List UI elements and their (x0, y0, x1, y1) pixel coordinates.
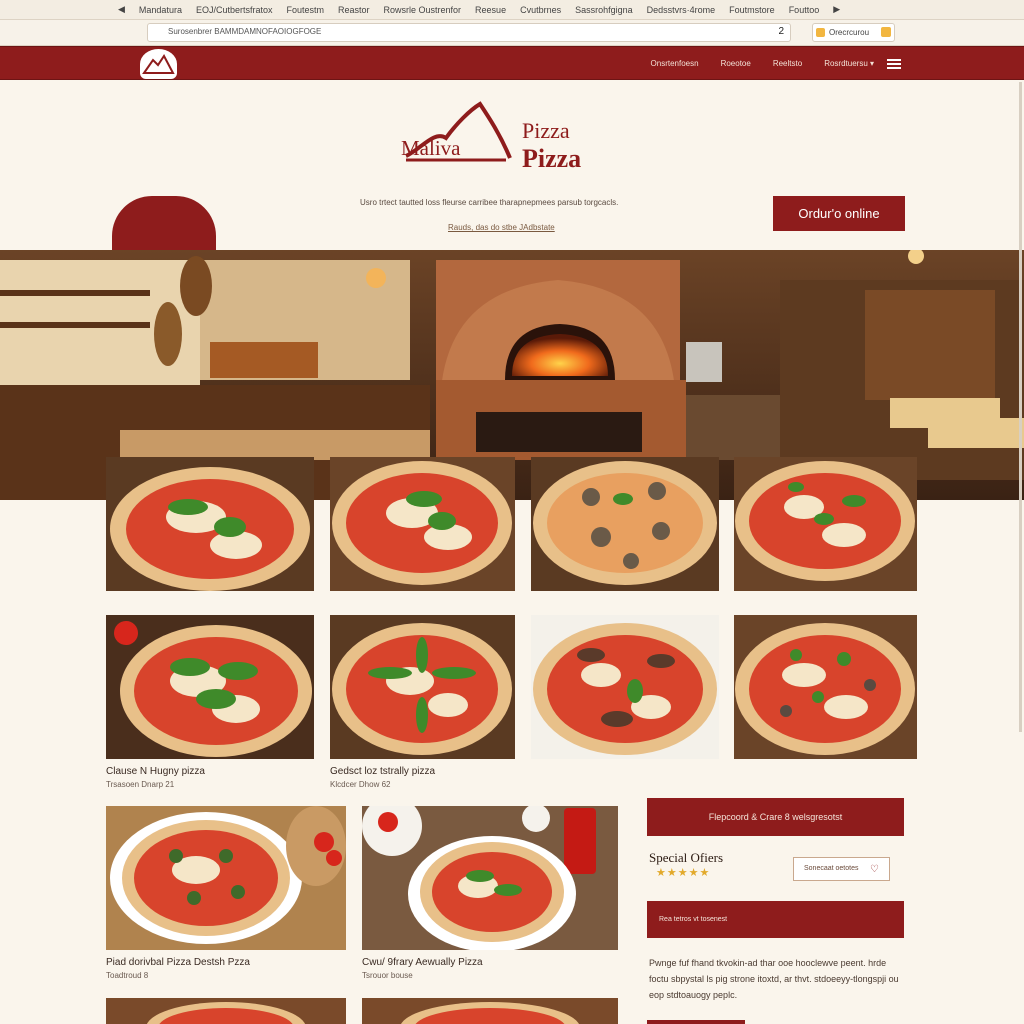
pizza-image-card[interactable] (362, 806, 618, 950)
brand-word-top: Pizza (522, 118, 570, 143)
forward-icon[interactable]: ▶ (833, 4, 840, 15)
nav-link[interactable]: Reeltsto (773, 59, 802, 68)
pizza-image-card[interactable] (106, 998, 346, 1024)
address-bar[interactable]: Surosenbrer BAMMDAMNOFAOIOGFOGE 2 (147, 23, 791, 42)
browser-tab[interactable]: Mandatura (139, 5, 182, 15)
browser-tab[interactable]: Foutmstore (729, 5, 775, 15)
special-offers-title: Special Ofiers (649, 850, 724, 865)
pizza-image-card[interactable] (106, 457, 314, 591)
select-options-button[interactable]: Sonecaat oetotes ♡ (793, 857, 890, 881)
browser-tab[interactable]: Cvutbrnes (520, 5, 561, 15)
nav-link-dropdown[interactable]: Rosrdtuersu ▾ (824, 59, 874, 68)
pizza-image-card[interactable] (531, 457, 719, 591)
menu-item-title[interactable]: Clause N Hugny pizza (106, 766, 205, 777)
browser-tab[interactable]: Rowsrle Oustrenfor (384, 5, 462, 15)
browser-tab[interactable]: Reesue (475, 5, 506, 15)
brand-word-bottom: Pizza (522, 144, 582, 173)
menu-item-title[interactable]: Gedsct loz tstrally pizza (330, 766, 435, 777)
extension-icon (816, 28, 825, 37)
menu-item-subtitle: Toadtroud 8 (106, 971, 149, 980)
browser-tab[interactable]: Fouttoo (789, 5, 820, 15)
browser-tab[interactable]: Reastor (338, 5, 370, 15)
heart-icon: ♡ (870, 864, 879, 875)
browser-tab[interactable]: Dedsstvrs·4rome (647, 5, 716, 15)
promo-banner[interactable]: Flepcoord & Crare 8 welsgresotst (647, 798, 904, 836)
browser-tab-strip: ◀ Mandatura EOJ/Cutbertsfratox Foutestm … (0, 0, 1024, 20)
notification-icon (881, 27, 891, 37)
pizza-image-card[interactable] (330, 457, 515, 591)
hero-link[interactable]: Rauds, das do stbe JAdbstate (448, 223, 555, 232)
menu-item-title[interactable]: Piad dorivbal Pizza Destsh Pzza (106, 957, 250, 968)
browser-tab[interactable]: EOJ/Cutbertsfratox (196, 5, 273, 15)
site-navbar: Onsrtenfoesn Roeotoe Reeltsto Rosrdtuers… (0, 46, 1024, 80)
rating-stars: ★★★★★ (656, 867, 711, 879)
pizza-image-card[interactable] (330, 615, 515, 759)
browser-tab[interactable]: Foutestm (286, 5, 324, 15)
browser-tab[interactable]: Sassrohfgigna (575, 5, 633, 15)
hero-tagline: Usro trtect tautted loss fleurse carribe… (360, 198, 619, 207)
url-text: Surosenbrer BAMMDAMNOFAOIOGFOGE (168, 27, 322, 36)
url-count: 2 (778, 26, 784, 37)
pizza-image-card[interactable] (734, 457, 917, 591)
menu-item-subtitle: Trsasoen Dnarp 21 (106, 780, 175, 789)
nav-link[interactable]: Onsrtenfoesn (651, 59, 699, 68)
back-icon[interactable]: ◀ (118, 4, 125, 15)
menu-icon[interactable] (887, 59, 901, 69)
address-row: Surosenbrer BAMMDAMNOFAOIOGFOGE 2 Orecrc… (0, 20, 1024, 46)
menu-item-subtitle: Klcdcer Dhow 62 (330, 780, 391, 789)
info-banner[interactable]: Rea tetros vt tosenest (647, 901, 904, 938)
brand-name: Maliva (401, 136, 461, 160)
order-online-button[interactable]: Ordur'o online (773, 196, 905, 231)
site-logo-icon[interactable] (140, 49, 177, 79)
menu-item-subtitle: Tsrouor bouse (362, 971, 413, 980)
browser-action-label: Orecrcurou (829, 28, 870, 37)
browser-action-button[interactable]: Orecrcurou (812, 23, 895, 42)
page-scrollbar[interactable] (1019, 82, 1022, 732)
select-options-label: Sonecaat oetotes (804, 865, 859, 872)
pizza-image-card[interactable] (362, 998, 618, 1024)
nav-links: Onsrtenfoesn Roeotoe Reeltsto Rosrdtuers… (651, 59, 874, 68)
pizza-image-card[interactable] (106, 615, 314, 759)
pizza-image-card[interactable] (106, 806, 346, 950)
pizza-image-card[interactable] (734, 615, 917, 759)
menu-item-title[interactable]: Cwu/ 9frary Aewually Pizza (362, 957, 483, 968)
cta-button[interactable] (647, 1020, 745, 1024)
offer-description: Pwnge fuf fhand tkvokin-ad thar ooe hooc… (649, 958, 899, 1000)
nav-link[interactable]: Roeotoe (721, 59, 751, 68)
awning-decoration (112, 196, 216, 250)
pizza-image-card[interactable] (531, 615, 719, 759)
